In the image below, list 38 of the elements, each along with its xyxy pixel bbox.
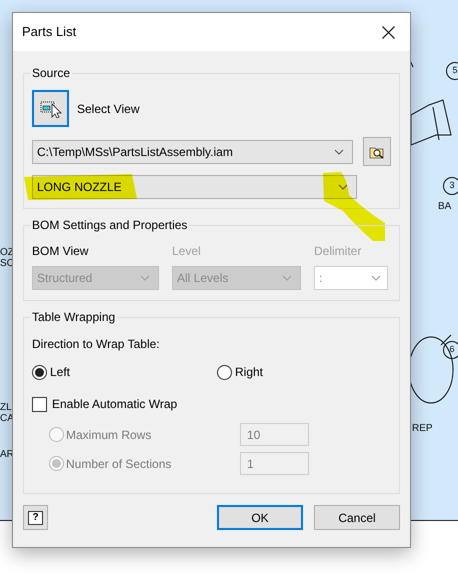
balloon: 3 (443, 177, 458, 195)
direction-label: Direction to Wrap Table: (32, 336, 161, 353)
drawing-label: REP (412, 423, 433, 434)
group-title: BOM Settings and Properties (30, 217, 190, 233)
file-dropdown[interactable]: C:\Temp\MSs\PartsListAssembly.iam (32, 140, 354, 164)
chevron-down-icon (140, 275, 150, 281)
checkbox-icon (32, 396, 47, 412)
radio-button-icon (32, 364, 47, 380)
window-title: Parts List (22, 23, 76, 42)
radio-button-icon (49, 427, 64, 442)
dialog-button[interactable]: Cancel (314, 505, 400, 530)
chevron-down-icon (338, 184, 348, 190)
radio-button-icon (217, 364, 232, 380)
drawing-label: BA (438, 201, 452, 212)
radio-button-icon (49, 456, 64, 471)
chevron-down-icon (371, 275, 381, 281)
folder-search-icon (369, 144, 386, 158)
chevron-down-icon (282, 275, 292, 281)
checkbox-option[interactable]: Enable Automatic Wrap (32, 395, 391, 413)
field-label: Delimiter (314, 243, 362, 260)
balloon: 6 (443, 341, 458, 359)
cursor-select-icon (40, 100, 62, 118)
close-icon (382, 26, 394, 38)
chevron-down-icon (334, 148, 344, 154)
balloon: 5 (446, 62, 458, 80)
help-icon: ? (28, 510, 43, 524)
field-label: BOM View (32, 243, 90, 260)
highlight-mark (321, 171, 387, 241)
group-title: Table Wrapping (30, 309, 118, 325)
radio-option[interactable]: Left (32, 363, 217, 381)
drawing-label: ZL (0, 402, 12, 413)
browse-button[interactable] (363, 137, 391, 166)
help-button[interactable]: ? (23, 505, 48, 530)
select-view-button[interactable] (32, 90, 69, 127)
select-view-label: Select View (77, 100, 140, 118)
radio-option[interactable]: Right (217, 363, 264, 381)
field-label: Level (172, 243, 202, 260)
dialog-button[interactable]: OK (217, 505, 303, 530)
